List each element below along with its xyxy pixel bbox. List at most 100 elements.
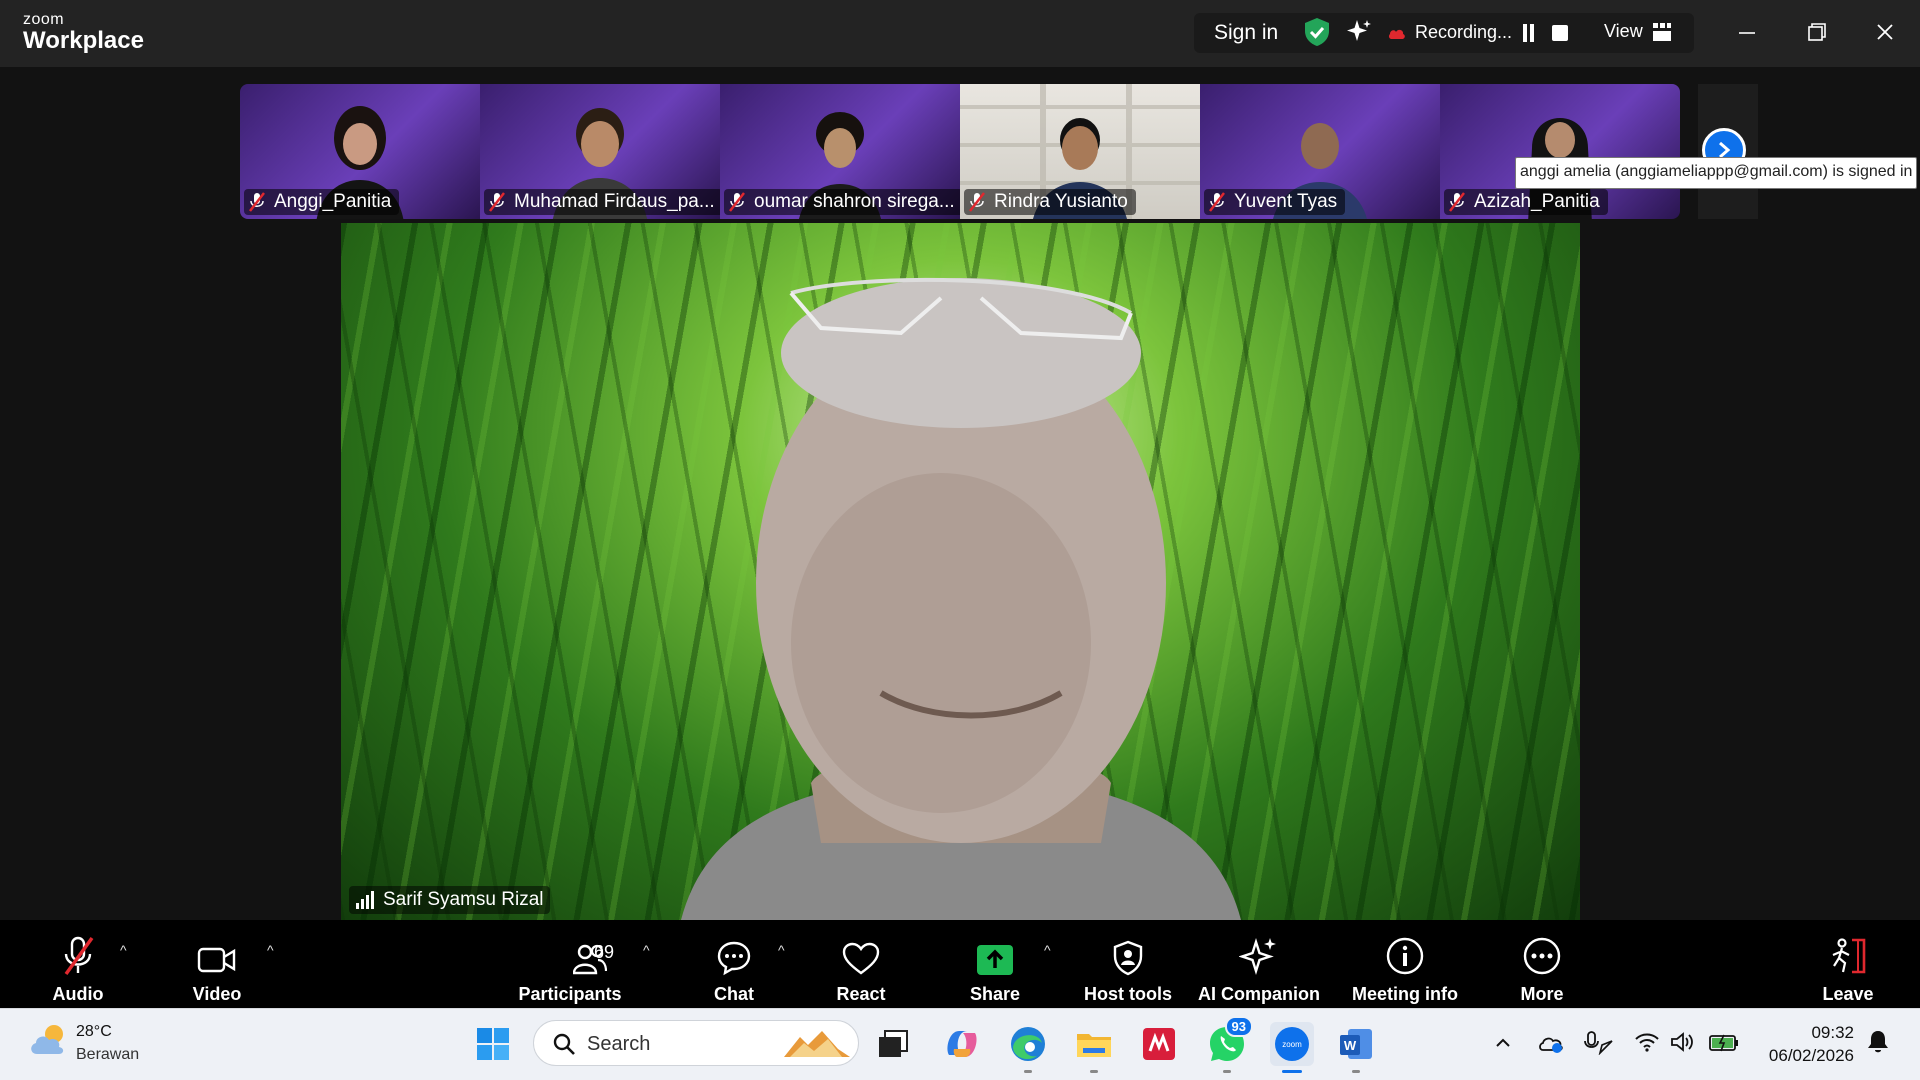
chat-bubble-icon	[717, 941, 751, 976]
host-shield-icon	[1113, 940, 1143, 976]
show-hidden-icons-chevron-icon[interactable]	[1494, 1031, 1512, 1060]
recording-cloud-icon	[1388, 26, 1406, 45]
battery-charging-icon[interactable]	[1708, 1031, 1740, 1058]
share-options-caret[interactable]: ^	[1044, 942, 1051, 958]
audio-button[interactable]: Audio	[48, 920, 108, 1008]
audio-options-caret[interactable]: ^	[120, 942, 127, 958]
encryption-shield-icon[interactable]	[1303, 17, 1331, 52]
svg-text:zoom: zoom	[1282, 1040, 1302, 1049]
view-button[interactable]: View	[1604, 21, 1643, 42]
muted-mic-icon	[729, 192, 745, 212]
close-icon[interactable]	[1874, 18, 1896, 53]
video-button[interactable]: Video	[187, 920, 247, 1008]
whatsapp-badge: 93	[1224, 1016, 1253, 1037]
svg-text:W: W	[1344, 1038, 1357, 1053]
clock-time: 09:32	[1811, 1023, 1854, 1042]
recording-status: Recording...	[1415, 22, 1513, 42]
info-icon	[1386, 937, 1424, 975]
more-label: More	[1520, 984, 1564, 1004]
system-clock[interactable]: 09:32 06/02/2026	[1769, 1021, 1854, 1067]
chat-options-caret[interactable]: ^	[778, 942, 785, 958]
word-icon[interactable]: W	[1334, 1022, 1378, 1073]
zoom-taskbar-icon[interactable]: zoom	[1270, 1022, 1314, 1073]
task-view-icon[interactable]	[871, 1022, 915, 1066]
more-button[interactable]: More	[1512, 920, 1572, 1008]
active-indicator	[1282, 1070, 1302, 1073]
speaker-name: Sarif Syamsu Rizal	[383, 889, 544, 910]
chat-button[interactable]: Chat	[704, 920, 764, 1008]
participants-label: Participants	[518, 984, 622, 1004]
participant-tile[interactable]: Anggi_Panitia	[240, 84, 480, 219]
participant-name-badge: Yuvent Tyas	[1204, 189, 1346, 215]
leave-door-icon	[1832, 938, 1866, 974]
zoom-logo: zoom Workplace	[23, 12, 144, 53]
weather-cloud-icon[interactable]	[28, 1022, 70, 1063]
participant-name-badge: Rindra Yusianto	[964, 189, 1136, 215]
notification-bell-icon[interactable]	[1866, 1029, 1890, 1060]
leave-button[interactable]: Leave	[1818, 920, 1878, 1008]
muted-mic-icon	[1449, 192, 1465, 212]
participant-tile[interactable]: Yuvent Tyas	[1200, 84, 1440, 219]
speaker-name-badge: Sarif Syamsu Rizal	[349, 886, 550, 914]
muted-mic-icon	[64, 936, 94, 976]
taskbar-search[interactable]: Search	[533, 1020, 859, 1066]
chat-label: Chat	[714, 984, 754, 1004]
onedrive-icon[interactable]	[1538, 1031, 1564, 1060]
participants-button[interactable]: Participants	[515, 920, 625, 1008]
active-speaker-video[interactable]: Sarif Syamsu Rizal	[341, 223, 1580, 920]
video-camera-icon	[197, 947, 236, 973]
participant-name-badge: Anggi_Panitia	[244, 189, 400, 215]
title-bar: zoom Workplace Sign in Recording... View	[0, 0, 1920, 67]
meeting-toolbar: Audio ^ Video ^ Participants 69 ^ Chat ^…	[0, 920, 1920, 1008]
video-label: Video	[192, 984, 242, 1004]
participant-tile[interactable]: oumar shahron sirega...	[720, 84, 960, 219]
muted-mic-icon	[1209, 192, 1225, 212]
file-explorer-icon[interactable]	[1072, 1022, 1116, 1073]
heart-icon	[842, 942, 880, 975]
pause-recording-icon[interactable]	[1522, 24, 1536, 42]
share-label: Share	[969, 984, 1021, 1004]
signed-in-tooltip: anggi amelia (anggiameliappp@gmail.com) …	[1515, 157, 1918, 189]
host-tools-button[interactable]: Host tools	[1080, 920, 1176, 1008]
running-indicator	[1090, 1070, 1098, 1073]
gallery-grid-icon[interactable]	[1652, 22, 1672, 47]
participant-name: Rindra Yusianto	[994, 191, 1128, 212]
weather-description: Berawan	[76, 1046, 140, 1063]
running-indicator	[1024, 1070, 1032, 1073]
meeting-info-button[interactable]: Meeting info	[1348, 920, 1462, 1008]
search-icon	[553, 1033, 575, 1055]
participant-name-badge: Muhamad Firdaus_pa...	[484, 189, 720, 215]
whatsapp-icon[interactable]: 93	[1205, 1016, 1253, 1073]
video-options-caret[interactable]: ^	[267, 942, 274, 958]
microphone-location-icon[interactable]	[1584, 1031, 1614, 1060]
participant-tile[interactable]: Rindra Yusianto	[960, 84, 1200, 219]
participants-count: 69	[594, 942, 615, 962]
clock-date: 06/02/2026	[1768, 1046, 1854, 1065]
ai-companion-sparkle-icon	[1239, 938, 1276, 975]
host-tools-label: Host tools	[1084, 984, 1172, 1004]
minimize-icon[interactable]	[1736, 18, 1758, 53]
ai-companion-button[interactable]: AI Companion	[1196, 920, 1322, 1008]
logo-line2: Workplace	[23, 27, 144, 54]
share-button[interactable]: Share	[965, 920, 1025, 1008]
participant-name: Anggi_Panitia	[274, 191, 392, 212]
leave-label: Leave	[1822, 984, 1874, 1004]
ai-sparkle-icon[interactable]	[1345, 18, 1373, 51]
wifi-icon[interactable]	[1634, 1031, 1660, 1058]
search-placeholder: Search	[587, 1033, 651, 1055]
restore-icon[interactable]	[1806, 18, 1828, 53]
participant-tile[interactable]: Muhamad Firdaus_pa...	[480, 84, 720, 219]
edge-browser-icon[interactable]	[1006, 1022, 1050, 1073]
react-label: React	[836, 984, 886, 1004]
stop-recording-icon[interactable]	[1552, 25, 1568, 41]
react-button[interactable]: React	[831, 920, 891, 1008]
sign-in-button[interactable]: Sign in	[1214, 21, 1278, 45]
participant-tile[interactable]: Azizah_Panitia	[1440, 84, 1680, 219]
windows-start-icon[interactable]	[471, 1022, 515, 1066]
app-grid-icon[interactable]	[1137, 1022, 1181, 1066]
volume-icon[interactable]	[1670, 1031, 1696, 1058]
copilot-icon[interactable]	[940, 1022, 984, 1066]
participants-options-caret[interactable]: ^	[643, 942, 650, 958]
muted-mic-icon	[489, 192, 505, 212]
search-highlight-icon	[784, 1031, 850, 1057]
